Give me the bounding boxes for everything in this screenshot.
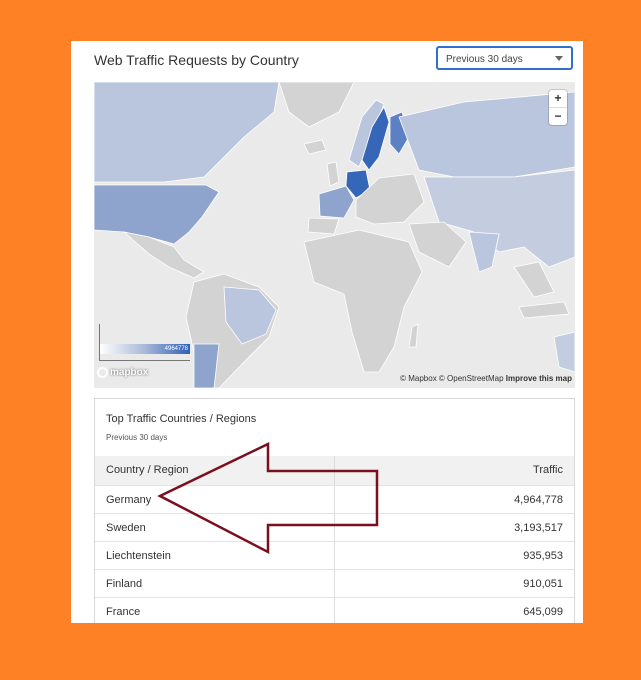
iceland-shape — [303, 139, 327, 155]
spain-shape — [307, 217, 340, 235]
table-row: France 645,099 — [95, 597, 574, 623]
period-select[interactable]: Previous 30 days — [436, 46, 573, 70]
zoom-in-button[interactable]: + — [549, 90, 567, 108]
world-map[interactable]: + − 4964778 mapbox © Mapbox © OpenStreet… — [94, 82, 575, 388]
canada-shape — [94, 82, 280, 183]
panel-subtitle: Previous 30 days — [106, 433, 168, 442]
greenland-shape — [278, 82, 355, 128]
widget-title: Web Traffic Requests by Country — [94, 52, 299, 68]
madagascar-shape — [408, 323, 419, 348]
country-cell: France — [106, 606, 141, 618]
top-countries-panel: Top Traffic Countries / Regions Previous… — [94, 398, 575, 623]
period-select-value: Previous 30 days — [446, 54, 523, 65]
traffic-widget: Web Traffic Requests by Country Previous… — [71, 41, 583, 623]
mapbox-logo-text: mapbox — [110, 367, 149, 379]
australia-shape — [553, 331, 575, 373]
france-shape — [318, 185, 355, 219]
traffic-cell: 4,964,778 — [514, 494, 563, 506]
map-attribution: © Mapbox © OpenStreetMap Improve this ma… — [400, 374, 572, 383]
se-asia-shape — [513, 261, 555, 298]
usa-shape — [94, 184, 220, 245]
improve-map-link[interactable]: Improve this map — [506, 374, 572, 383]
indonesia-shape — [518, 301, 570, 319]
attribution-mapbox-link[interactable]: © Mapbox — [400, 374, 437, 383]
country-cell: Germany — [106, 494, 152, 506]
table-row: Finland 910,051 — [95, 569, 574, 598]
legend-max-label: 4964778 — [164, 346, 188, 352]
column-header-country[interactable]: Country / Region — [106, 464, 189, 476]
table-row: Sweden 3,193,517 — [95, 513, 574, 542]
middle-east-shape — [408, 221, 467, 268]
column-header-traffic[interactable]: Traffic — [533, 464, 563, 476]
zoom-out-button[interactable]: − — [549, 108, 567, 125]
country-cell: Liechtenstein — [106, 550, 171, 562]
india-shape — [468, 231, 500, 273]
map-legend: 4964778 — [99, 324, 190, 361]
table-header: Country / Region Traffic — [95, 456, 574, 485]
mapbox-icon — [97, 367, 108, 378]
traffic-cell: 645,099 — [523, 606, 563, 618]
panel-title: Top Traffic Countries / Regions — [106, 413, 257, 425]
zoom-controls: + − — [549, 90, 567, 125]
country-cell: Finland — [106, 578, 143, 590]
table-row: Liechtenstein 935,953 — [95, 541, 574, 570]
table-row: Germany 4,964,778 — [95, 485, 574, 514]
traffic-cell: 910,051 — [523, 578, 563, 590]
uk-shape — [326, 161, 340, 187]
country-cell: Sweden — [106, 522, 146, 534]
attribution-osm-link[interactable]: © OpenStreetMap — [439, 374, 504, 383]
traffic-cell: 3,193,517 — [514, 522, 563, 534]
africa-shape — [303, 229, 423, 373]
mapbox-logo[interactable]: mapbox — [97, 367, 148, 378]
traffic-cell: 935,953 — [523, 550, 563, 562]
chevron-down-icon — [555, 56, 563, 61]
